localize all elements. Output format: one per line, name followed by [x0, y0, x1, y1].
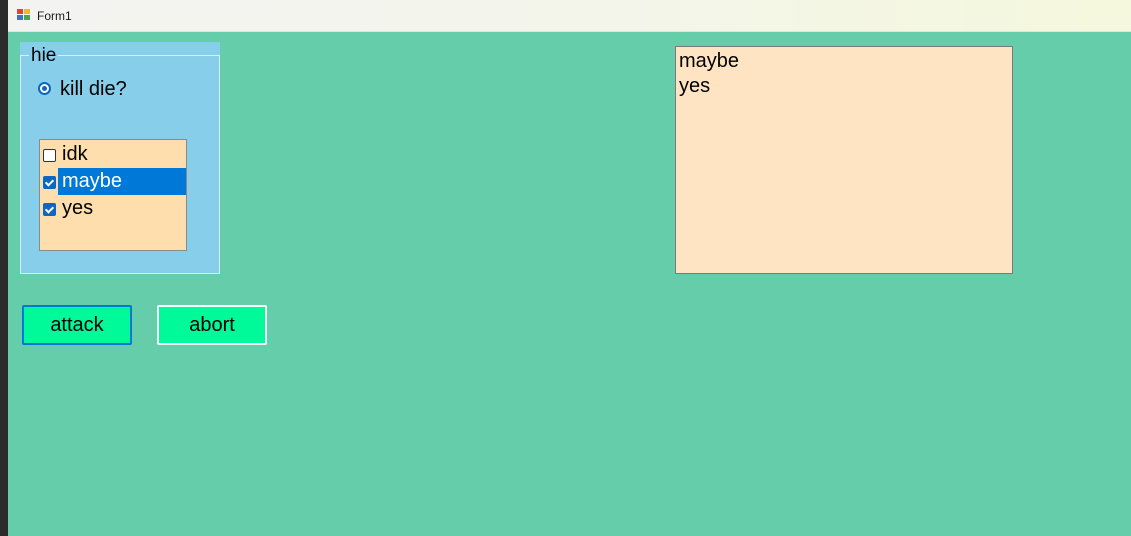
checkbox-checked-icon[interactable] — [43, 176, 56, 189]
checked-list-box[interactable]: idk maybe yes — [39, 139, 187, 251]
checkbox-unchecked-icon[interactable] — [43, 149, 56, 162]
groupbox-title: hie — [29, 45, 59, 67]
checklist-item-label[interactable]: maybe — [58, 168, 186, 195]
attack-button[interactable]: attack — [22, 305, 132, 345]
checklist-item-label[interactable]: idk — [58, 141, 88, 168]
form-window: Form1 hie kill die? idk maybe yes attack… — [8, 0, 1131, 536]
radio-label[interactable]: kill die? — [60, 78, 127, 101]
title-bar[interactable]: Form1 — [8, 0, 1131, 32]
window-title: Form1 — [37, 9, 72, 23]
output-list-box[interactable]: maybe yes — [675, 46, 1013, 274]
desktop-screen: Form1 hie kill die? idk maybe yes attack… — [0, 0, 1131, 536]
groupbox-hie: hie kill die? idk maybe yes — [20, 42, 220, 274]
output-line[interactable]: maybe — [679, 49, 1009, 74]
output-line[interactable]: yes — [679, 74, 1009, 99]
radio-selected-icon[interactable] — [38, 82, 51, 95]
checklist-item-yes[interactable]: yes — [40, 195, 186, 222]
abort-button[interactable]: abort — [157, 305, 267, 345]
checklist-item-label[interactable]: yes — [58, 195, 93, 222]
winforms-app-icon — [17, 9, 30, 21]
checklist-item-maybe[interactable]: maybe — [40, 168, 186, 195]
checklist-item-idk[interactable]: idk — [40, 141, 186, 168]
checkbox-checked-icon[interactable] — [43, 203, 56, 216]
